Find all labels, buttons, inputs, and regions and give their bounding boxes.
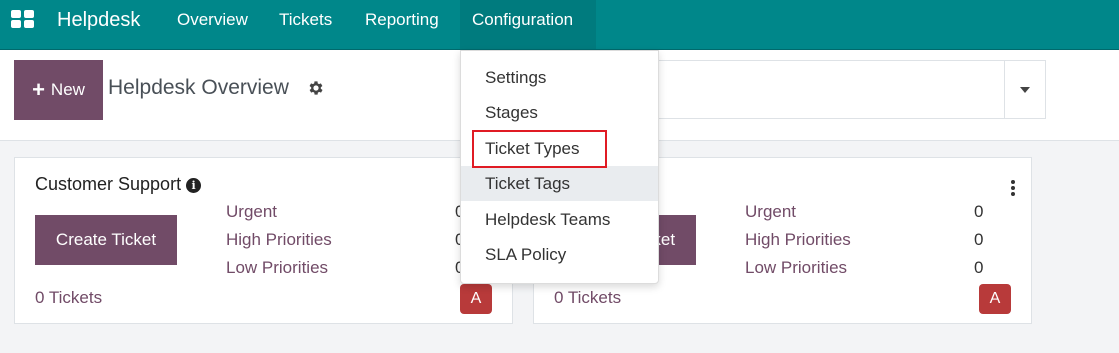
caret-down-icon bbox=[1020, 87, 1030, 93]
info-icon[interactable]: i bbox=[186, 178, 202, 193]
count-urgent[interactable]: 0 bbox=[974, 202, 983, 222]
top-navbar: Helpdesk Overview Tickets Reporting Conf… bbox=[0, 0, 1119, 50]
create-ticket-button[interactable]: Create Ticket bbox=[35, 215, 177, 265]
team-card-customer-support: Customer Support i Create Ticket Urgent H… bbox=[14, 157, 513, 324]
avatar[interactable]: A bbox=[979, 284, 1011, 314]
dropdown-item-helpdesk-teams[interactable]: Helpdesk Teams bbox=[461, 202, 658, 237]
count-high-priorities[interactable]: 0 bbox=[974, 230, 983, 250]
stat-high-priorities[interactable]: High Priorities bbox=[226, 230, 332, 250]
menu-tickets[interactable]: Tickets bbox=[267, 0, 344, 49]
count-low-priorities[interactable]: 0 bbox=[974, 258, 983, 278]
new-button-label: New bbox=[50, 80, 85, 99]
kebab-menu-icon[interactable] bbox=[1011, 180, 1015, 196]
stat-low-priorities[interactable]: Low Priorities bbox=[226, 258, 328, 278]
stat-urgent[interactable]: Urgent bbox=[226, 202, 277, 222]
menu-overview[interactable]: Overview bbox=[165, 0, 260, 49]
apps-grid-icon[interactable] bbox=[11, 10, 34, 28]
stat-urgent[interactable]: Urgent bbox=[745, 202, 796, 222]
dropdown-item-ticket-tags[interactable]: Ticket Tags bbox=[461, 166, 658, 201]
menu-configuration[interactable]: Configuration bbox=[460, 0, 596, 49]
tickets-count-link[interactable]: 0 Tickets bbox=[35, 288, 102, 308]
dropdown-item-settings[interactable]: Settings bbox=[461, 60, 658, 95]
card-title: Customer Support i bbox=[35, 174, 202, 195]
app-brand[interactable]: Helpdesk bbox=[57, 0, 140, 41]
search-input[interactable] bbox=[655, 60, 1005, 119]
plus-icon: + bbox=[32, 77, 45, 102]
page-title: Helpdesk Overview bbox=[108, 76, 289, 99]
gear-icon[interactable] bbox=[307, 79, 325, 97]
stat-low-priorities[interactable]: Low Priorities bbox=[745, 258, 847, 278]
search-options-toggle[interactable] bbox=[1004, 60, 1046, 119]
highlight-annotation-box bbox=[472, 130, 607, 168]
tickets-count-link[interactable]: 0 Tickets bbox=[554, 288, 621, 308]
stat-high-priorities[interactable]: High Priorities bbox=[745, 230, 851, 250]
new-button[interactable]: + New bbox=[14, 60, 103, 120]
dropdown-item-stages[interactable]: Stages bbox=[461, 95, 658, 130]
menu-reporting[interactable]: Reporting bbox=[353, 0, 451, 49]
avatar[interactable]: A bbox=[460, 284, 492, 314]
card-title-text: Customer Support bbox=[35, 174, 182, 194]
dropdown-item-sla-policy[interactable]: SLA Policy bbox=[461, 237, 658, 272]
